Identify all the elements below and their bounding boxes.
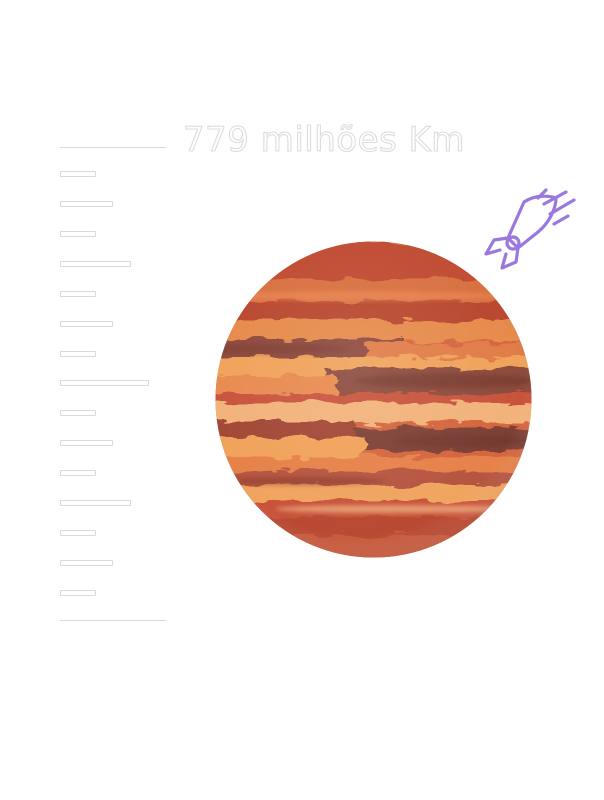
ruler-tick: [60, 380, 149, 386]
ruler-tick: [60, 470, 96, 476]
distance-ruler: [0, 0, 180, 800]
ruler-tick: [60, 590, 96, 596]
ruler-tick: [60, 410, 96, 416]
ruler-bottom-line: [60, 620, 166, 621]
ruler-tick: [60, 530, 96, 536]
rocket-icon: [480, 188, 580, 270]
ruler-tick: [60, 440, 113, 446]
ruler-tick: [60, 500, 131, 506]
ruler-tick: [60, 261, 131, 267]
ruler-tick: [60, 171, 96, 177]
ruler-tick: [60, 291, 96, 297]
distance-label: 779 milhões Km: [182, 119, 465, 160]
ruler-tick: [60, 231, 96, 237]
ruler-top-line: [60, 147, 166, 148]
ruler-tick: [60, 201, 113, 207]
ruler-tick: [60, 351, 96, 357]
ruler-tick: [60, 560, 113, 566]
ruler-tick: [60, 321, 113, 327]
planet-illustration: [215, 241, 532, 558]
